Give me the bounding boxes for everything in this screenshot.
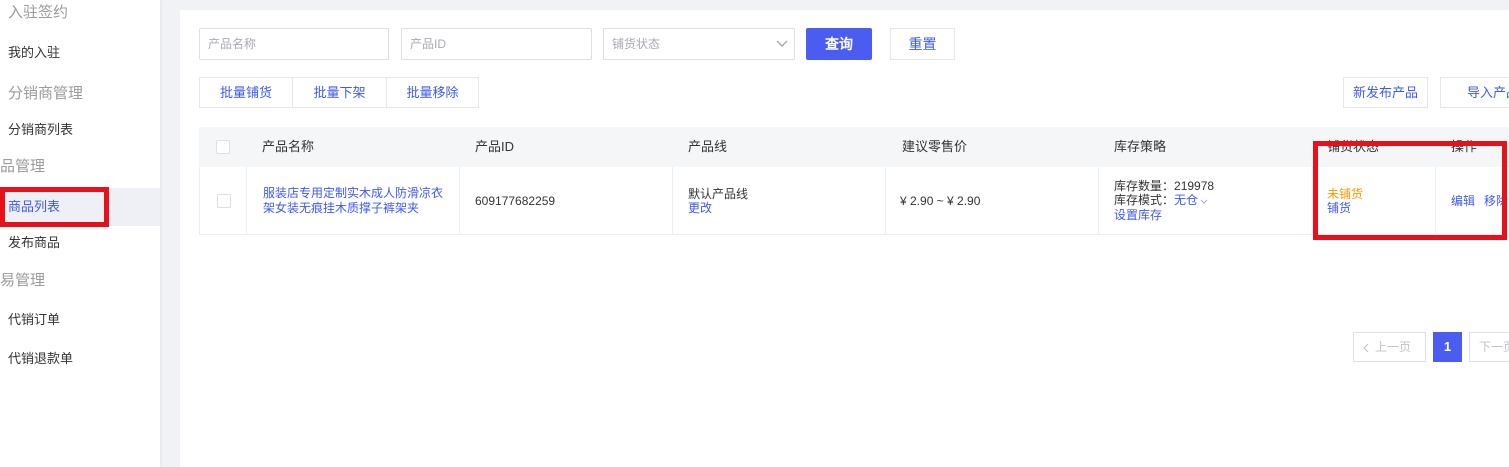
sidebar-item-distributor-list[interactable]: 分销商列表 [0,120,160,140]
sidebar-group-title: 分销商管理 [8,85,84,102]
product-name-cell: 服装店专用定制实木成人防滑凉衣架女装无痕挂木质撑子裤架夹 [247,167,460,235]
stock-mode-line: 库存模式：无仓 [1114,193,1312,208]
prev-page-label: 上一页 [1375,340,1412,354]
change-product-line-link[interactable]: 更改 [688,201,885,215]
import-product-button[interactable]: 导入产品 [1440,77,1509,108]
distribution-status-cell: 未铺货 铺货 [1313,167,1436,235]
select-all-checkbox[interactable] [216,140,230,154]
product-name-input[interactable] [199,28,389,60]
query-button[interactable]: 查询 [806,28,872,60]
stock-quantity-value: 219978 [1174,178,1215,193]
page-number-current[interactable]: 1 [1433,332,1462,362]
sidebar-group-title: 品管理 [0,158,46,175]
column-header: 产品ID [475,139,515,154]
product-name-link[interactable]: 服装店专用定制实木成人防滑凉衣架女装无痕挂木质撑子裤架夹 [263,186,445,216]
sidebar: 入驻签约 我的入驻 分销商管理 分销商列表 品管理 商品列表 发布商品 易管理 … [0,0,160,467]
stock-quantity-label: 库存数量： [1114,178,1175,193]
sidebar-item-publish-product[interactable]: 发布商品 [0,233,160,253]
column-header: 操作 [1451,139,1478,154]
product-table: 产品名称 产品ID 产品线 建议零售价 库存策略 铺货状态 操作 服装店专用定制… [199,127,1509,235]
status-select-placeholder: 铺货状态 [612,37,661,51]
batch-action-group: 批量铺货 批量下架 批量移除 [199,77,479,108]
product-line: 默认产品线 [688,186,749,201]
product-id-cell: 609177682259 [460,167,673,235]
column-header: 铺货状态 [1327,139,1380,154]
price-cell: ¥ 2.90 ~ ¥ 2.90 [886,167,1099,235]
product-id-input[interactable] [401,28,592,60]
column-header: 库存策略 [1114,139,1167,154]
prev-page-button[interactable]: 上一页 [1353,332,1426,362]
table-header: 产品名称 产品ID 产品线 建议零售价 库存策略 铺货状态 操作 [199,127,1509,167]
chevron-left-icon [1363,343,1369,353]
stock-quantity-line: 库存数量：219978 [1114,179,1312,194]
stock-strategy-cell: 库存数量：219978 库存模式：无仓 设置库存 [1099,167,1313,235]
stock-mode-dropdown[interactable]: 无仓 [1174,193,1198,207]
sidebar-item-product-list[interactable]: 商品列表 [0,188,160,226]
column-header: 建议零售价 [902,139,968,154]
row-checkbox-cell [199,167,247,235]
row-checkbox[interactable] [217,194,231,208]
stock-mode-label: 库存模式： [1114,193,1175,208]
content-card: 铺货状态 查询 重置 批量铺货 批量下架 批量移除 新发布产品 导入产品 产品名… [180,10,1509,467]
status-select[interactable]: 铺货状态 [603,28,795,60]
batch-remove-button[interactable]: 批量移除 [386,77,479,108]
edit-link[interactable]: 编辑 [1451,192,1475,209]
sidebar-item-my-signing[interactable]: 我的入驻 [0,43,160,63]
column-header: 产品线 [688,139,728,154]
next-page-button[interactable]: 下一页 [1469,332,1509,362]
status-badge: 未铺货 [1327,186,1364,201]
batch-distribute-button[interactable]: 批量铺货 [199,77,293,108]
column-header: 产品名称 [262,139,315,154]
sidebar-group-title: 易管理 [0,272,46,289]
set-stock-link[interactable]: 设置库存 [1114,208,1312,223]
reset-button[interactable]: 重置 [890,28,955,60]
header-checkbox-cell [199,127,247,167]
product-line-cell: 默认产品线 更改 [673,167,886,235]
product-id: 609177682259 [475,193,556,208]
sidebar-item-consign-orders[interactable]: 代销订单 [0,310,160,330]
batch-offshelf-button[interactable]: 批量下架 [292,77,387,108]
table-row: 服装店专用定制实木成人防滑凉衣架女装无痕挂木质撑子裤架夹 60917768225… [199,167,1509,235]
sidebar-group-title: 入驻签约 [8,4,69,21]
sidebar-item-consign-refunds[interactable]: 代销退款单 [0,349,160,369]
distribute-link[interactable]: 铺货 [1327,201,1435,215]
chevron-down-icon[interactable] [1200,199,1208,204]
suggested-price: ¥ 2.90 ~ ¥ 2.90 [900,193,981,208]
chevron-down-icon [776,40,788,47]
new-product-button[interactable]: 新发布产品 [1343,77,1428,108]
actions-cell: 编辑 移除 [1436,167,1509,235]
remove-link[interactable]: 移除 [1484,192,1508,209]
